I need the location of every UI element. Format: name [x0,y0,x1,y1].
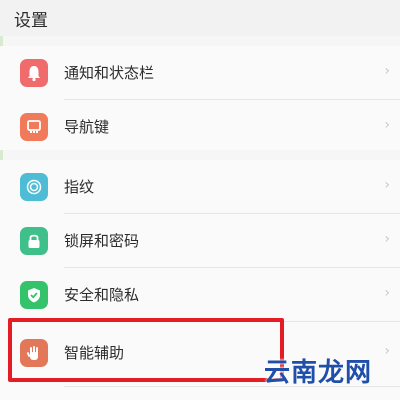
fingerprint-icon [20,173,48,201]
settings-item-security-privacy[interactable]: 安全和隐私 › [0,268,400,322]
settings-item-lock-screen[interactable]: 锁屏和密码 › [0,214,400,268]
settings-item-fingerprint[interactable]: 指纹 › [0,160,400,214]
settings-item-label: 锁屏和密码 [64,232,140,250]
header: 设置 [0,0,400,36]
chevron-right-icon: › [384,343,390,359]
settings-item-notifications[interactable]: 通知和状态栏 › [0,46,400,100]
chevron-right-icon: › [384,63,390,79]
bell-icon [20,59,48,87]
chevron-right-icon: › [384,117,390,133]
settings-screen: 设置 通知和状态栏 › 导航键 › 指纹 › 锁屏和密码 › 安全和隐私 › 智… [0,0,400,400]
shield-icon [20,281,48,309]
settings-item-label: 安全和隐私 [64,286,140,304]
navigation-icon [20,113,48,141]
settings-item-label: 指纹 [64,178,95,196]
chevron-right-icon: › [384,285,390,301]
settings-group-1: 通知和状态栏 › 导航键 › [0,46,400,150]
watermark: 云南龙网 [264,358,373,388]
settings-item-label: 通知和状态栏 [64,64,155,82]
settings-item-navigation-keys[interactable]: 导航键 › [0,100,400,154]
page-title: 设置 [14,11,48,31]
lock-icon [20,227,48,255]
settings-item-label: 导航键 [64,118,110,136]
chevron-right-icon: › [384,177,390,193]
highlight-box [8,318,284,382]
chevron-right-icon: › [384,231,390,247]
